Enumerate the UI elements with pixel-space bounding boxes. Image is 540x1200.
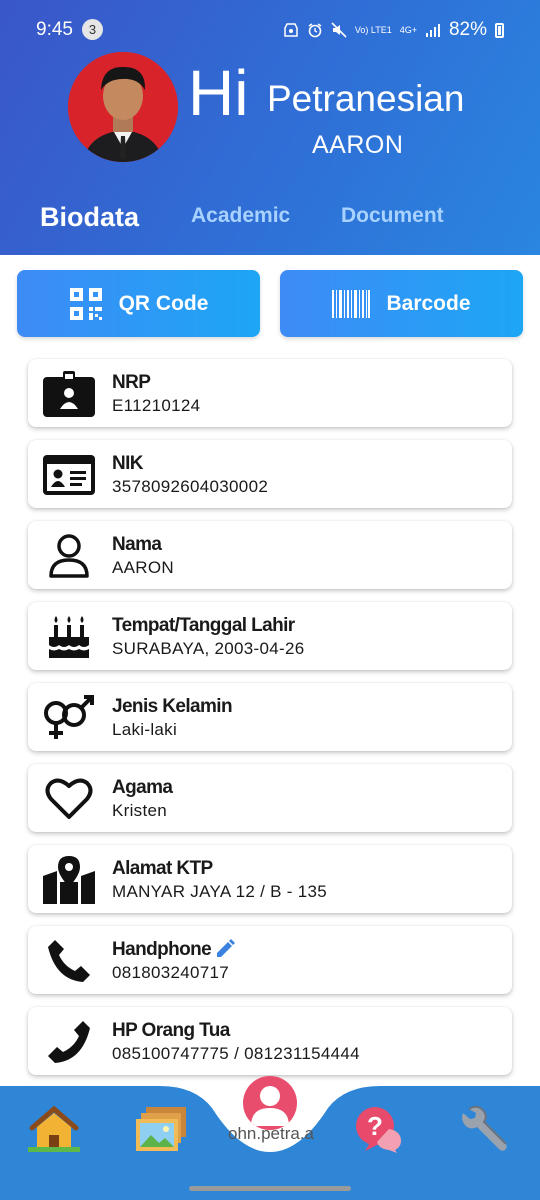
tab-biodata[interactable]: Biodata bbox=[40, 202, 139, 233]
barcode-icon bbox=[332, 289, 371, 318]
field-label: Jenis Kelamin bbox=[112, 696, 233, 717]
heart-icon bbox=[42, 776, 96, 822]
field-value: 3578092604030002 bbox=[112, 477, 269, 496]
tab-academic[interactable]: Academic bbox=[191, 204, 290, 228]
user-icon bbox=[42, 533, 96, 579]
status-icons: Vo) LTE1 4G+ 82% bbox=[283, 19, 504, 41]
field-label: HP Orang Tua bbox=[112, 1020, 230, 1041]
field-card-handphone[interactable]: Handphone 081803240717 bbox=[28, 926, 512, 994]
help-question-icon: ? bbox=[356, 1107, 401, 1153]
nav-url-text: ohn.petra.a bbox=[228, 1124, 315, 1143]
nav-gallery[interactable] bbox=[134, 1104, 190, 1154]
field-label: Handphone bbox=[112, 939, 212, 960]
greeting-hi: Hi bbox=[188, 57, 249, 129]
nav-home[interactable] bbox=[26, 1104, 82, 1154]
network-4g-label: 4G+ bbox=[399, 24, 417, 35]
field-card-agama[interactable]: Agama Kristen bbox=[28, 764, 512, 832]
battery-icon bbox=[495, 22, 504, 38]
tab-document[interactable]: Document bbox=[341, 204, 444, 228]
map-marker-icon bbox=[42, 856, 96, 904]
qr-code-button[interactable]: QR Code bbox=[17, 270, 260, 337]
wrench-icon bbox=[462, 1105, 507, 1151]
field-value: Laki-laki bbox=[112, 720, 178, 739]
field-card-hp-orang-tua[interactable]: HP Orang Tua 085100747775 / 081231154444 bbox=[28, 1007, 512, 1075]
status-bar: 9:45 3 Vo) LTE1 4G+ 82% bbox=[0, 0, 540, 44]
qr-code-icon bbox=[69, 287, 102, 320]
field-label: Alamat KTP bbox=[112, 858, 213, 879]
birthday-cake-icon bbox=[42, 614, 96, 660]
field-card-nama[interactable]: Nama AARON bbox=[28, 521, 512, 589]
field-value: 085100747775 / 081231154444 bbox=[112, 1044, 360, 1063]
field-value: 081803240717 bbox=[112, 963, 230, 982]
field-label: Agama bbox=[112, 777, 173, 798]
gallery-icon bbox=[136, 1107, 186, 1151]
edit-pencil-icon[interactable] bbox=[214, 938, 236, 960]
profile-person-icon bbox=[251, 1086, 289, 1126]
field-label: Tempat/Tanggal Lahir bbox=[112, 615, 295, 636]
barcode-label: Barcode bbox=[386, 291, 471, 315]
status-time: 9:45 bbox=[36, 19, 73, 40]
nav-help[interactable]: ? bbox=[350, 1104, 406, 1154]
system-home-indicator[interactable] bbox=[189, 1186, 351, 1191]
field-value: Kristen bbox=[112, 801, 168, 820]
profile-avatar[interactable] bbox=[68, 52, 178, 162]
signal-icon bbox=[425, 24, 440, 37]
field-card-nrp[interactable]: NRP E11210124 bbox=[28, 359, 512, 427]
home-icon bbox=[28, 1106, 80, 1152]
field-value: MANYAR JAYA 12 / B - 135 bbox=[112, 882, 328, 901]
field-card-gender[interactable]: Jenis Kelamin Laki-laki bbox=[28, 683, 512, 751]
profile-header: 9:45 3 Vo) LTE1 4G+ 82% Hi Petranesian A… bbox=[0, 0, 540, 255]
nav-settings[interactable] bbox=[458, 1104, 514, 1154]
id-badge-icon bbox=[42, 371, 96, 417]
battery-percent: 82% bbox=[448, 19, 487, 40]
user-name: AARON bbox=[312, 131, 404, 159]
nav-profile[interactable] bbox=[243, 1076, 297, 1130]
gender-icon bbox=[42, 695, 96, 741]
id-card-icon bbox=[42, 452, 96, 498]
field-label: Nama bbox=[112, 534, 162, 555]
field-card-nik[interactable]: NIK 3578092604030002 bbox=[28, 440, 512, 508]
phone-icon bbox=[42, 1019, 96, 1065]
svg-text:?: ? bbox=[367, 1111, 383, 1141]
alarm-icon bbox=[308, 23, 322, 38]
qr-code-label: QR Code bbox=[118, 291, 209, 315]
barcode-button[interactable]: Barcode bbox=[280, 270, 523, 337]
network-volte-label: Vo) LTE1 bbox=[354, 24, 392, 35]
greeting-title: Petranesian bbox=[267, 78, 465, 119]
field-value: SURABAYA, 2003-04-26 bbox=[112, 639, 305, 658]
data-saver-icon bbox=[284, 23, 298, 37]
phone-icon bbox=[42, 938, 96, 984]
field-label: NIK bbox=[112, 453, 144, 474]
field-value: E11210124 bbox=[112, 396, 201, 415]
field-label: NRP bbox=[112, 372, 151, 393]
field-value: AARON bbox=[112, 558, 174, 577]
person-photo-icon bbox=[68, 52, 178, 162]
field-card-alamat[interactable]: Alamat KTP MANYAR JAYA 12 / B - 135 bbox=[28, 845, 512, 913]
notification-count-badge: 3 bbox=[82, 19, 103, 40]
field-card-ttl[interactable]: Tempat/Tanggal Lahir SURABAYA, 2003-04-2… bbox=[28, 602, 512, 670]
mute-icon bbox=[331, 22, 347, 38]
